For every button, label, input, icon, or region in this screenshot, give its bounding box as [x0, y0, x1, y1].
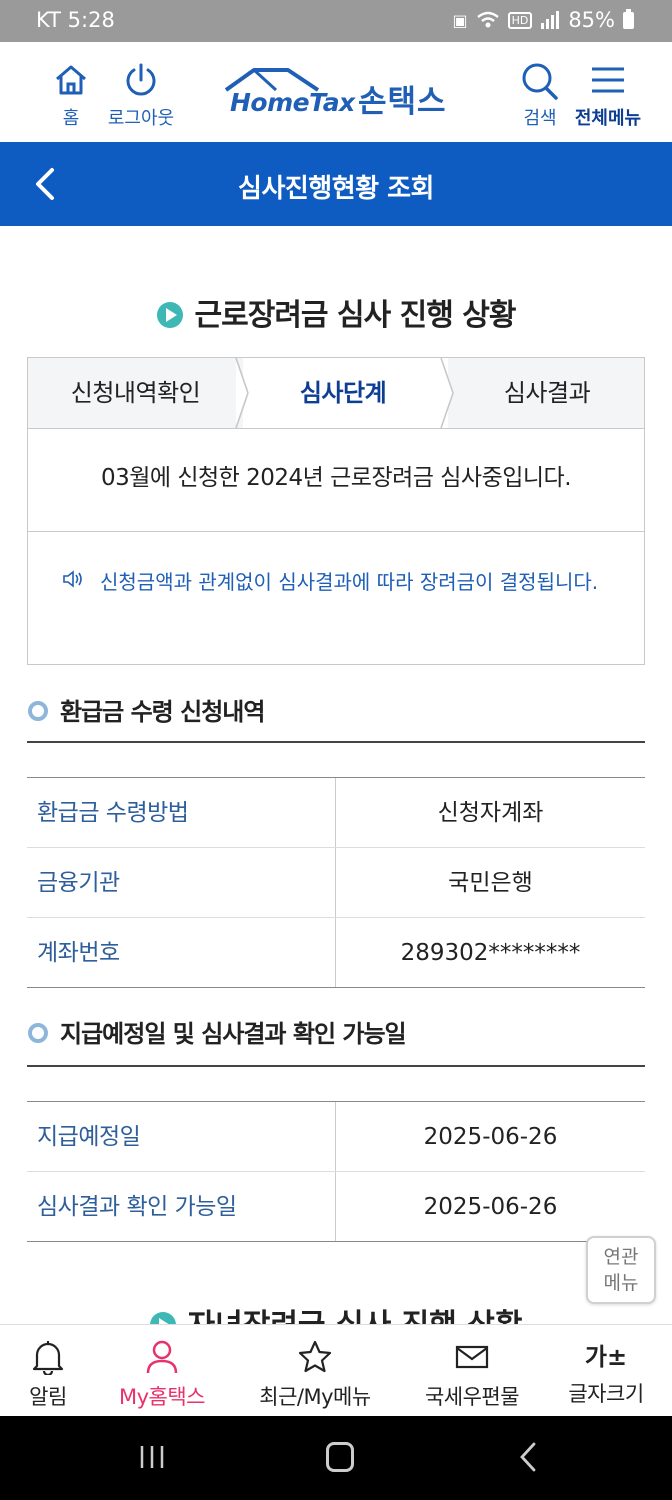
page-title-bar: 심사진행현황 조회: [0, 142, 672, 226]
speaker-icon: [63, 570, 82, 588]
payment-date-value: 2025-06-26: [423, 1124, 558, 1150]
person-icon: [146, 1340, 178, 1374]
refund-table: 환급금 수령방법 신청자계좌 금융기관 국민은행 계좌번호 289302****…: [27, 741, 645, 988]
nav-my-hometax[interactable]: My홈택스: [110, 1325, 214, 1417]
status-box: 03월에 신청한 2024년 근로장려금 심사중입니다. 신청금액과 관계없이 …: [27, 428, 645, 665]
page-title: 심사진행현황 조회: [238, 174, 434, 204]
logout-label: 로그아웃: [107, 108, 175, 129]
android-nav-bar: [0, 1416, 672, 1500]
hamburger-menu-icon: [592, 67, 624, 93]
refund-section-title-text: 환급금 수령 신청내역: [60, 698, 265, 726]
search-icon: [522, 63, 558, 100]
notice-text: 신청금액과 관계없이 심사결과에 따라 장려금이 결정됩니다.: [100, 570, 599, 594]
hd-voice-icon: HD: [507, 11, 533, 29]
carrier-time: KT 5:28: [36, 8, 115, 32]
progress-steps: 신청내역확인 심사단계 심사결과: [27, 357, 645, 429]
section-title: 근로장려금 심사 진행 상황: [0, 290, 672, 334]
nav-tax-mail[interactable]: 국세우편물: [414, 1325, 530, 1417]
mail-icon: [455, 1345, 489, 1369]
logout-button[interactable]: 로그아웃: [104, 62, 178, 130]
full-menu-label: 전체메뉴: [574, 108, 642, 129]
battery-icon: [623, 8, 634, 29]
home-icon: [56, 65, 86, 95]
result-date-label: 심사결과 확인 가능일: [27, 1172, 336, 1241]
table-row: 지급예정일 2025-06-26: [27, 1102, 645, 1172]
result-date-value: 2025-06-26: [423, 1194, 558, 1220]
search-button[interactable]: 검색: [516, 62, 564, 130]
next-section-title: 자녀장려금 심사 진행 상황: [0, 1300, 672, 1326]
related-menu-button[interactable]: 연관 메뉴: [586, 1236, 656, 1304]
table-row: 심사결과 확인 가능일 2025-06-26: [27, 1172, 645, 1242]
section-title-text: 근로장려금 심사 진행 상황: [194, 298, 517, 333]
app-header: 홈 로그아웃 HomeTax 손택스 검색 전체메뉴: [0, 42, 672, 142]
nav-font-size[interactable]: 가± 글자크기: [556, 1325, 656, 1417]
home-nav-icon[interactable]: [326, 1442, 354, 1472]
hometax-logo[interactable]: HomeTax 손택스: [224, 68, 456, 120]
notice: 신청금액과 관계없이 심사결과에 따라 장려금이 결정됩니다.: [28, 532, 644, 602]
refund-method-value: 신청자계좌: [437, 800, 544, 826]
bottom-nav: 알림 My홈택스 최근/My메뉴 국세우편물 가± 글자크기: [0, 1324, 672, 1416]
nav-notifications[interactable]: 알림: [10, 1325, 86, 1417]
bank-value: 국민은행: [448, 870, 533, 896]
nav-font-size-label: 글자크기: [568, 1382, 644, 1406]
nav-recent-my-menu[interactable]: 최근/My메뉴: [250, 1325, 380, 1417]
font-size-icon: 가±: [584, 1343, 628, 1371]
payment-section-title-text: 지급예정일 및 심사결과 확인 가능일: [60, 1020, 407, 1048]
account-number-value: 289302********: [400, 940, 581, 966]
refund-section-title: 환급금 수령 신청내역: [28, 692, 265, 727]
payment-table: 지급예정일 2025-06-26 심사결과 확인 가능일 2025-06-26: [27, 1065, 645, 1242]
home-label: 홈: [62, 108, 80, 129]
refund-method-label: 환급금 수령방법: [27, 778, 336, 847]
battery-percent: 85%: [568, 8, 615, 32]
home-button[interactable]: 홈: [50, 62, 92, 130]
step-review[interactable]: 심사단계: [243, 358, 443, 428]
account-number-label: 계좌번호: [27, 918, 336, 987]
nav-notifications-label: 알림: [29, 1385, 67, 1409]
signal-icon: [541, 11, 560, 29]
nav-my-hometax-label: My홈택스: [118, 1385, 206, 1409]
nav-tax-mail-label: 국세우편물: [424, 1385, 520, 1409]
search-label: 검색: [523, 108, 557, 129]
logo-text-ko: 손택스: [358, 84, 447, 120]
status-bar: KT 5:28 ▣ HD 85%: [0, 0, 672, 42]
table-row: 계좌번호 289302********: [27, 918, 645, 988]
payment-section-title: 지급예정일 및 심사결과 확인 가능일: [28, 1014, 407, 1049]
ring-bullet-icon: [28, 1023, 48, 1043]
table-row: 금융기관 국민은행: [27, 848, 645, 918]
logo-text-en: HomeTax: [230, 88, 355, 117]
wifi-icon: [476, 11, 499, 28]
app-notification-icon: ▣: [452, 10, 468, 30]
step-result[interactable]: 심사결과: [448, 358, 646, 428]
recent-apps-icon[interactable]: [138, 1444, 166, 1470]
payment-date-label: 지급예정일: [27, 1102, 336, 1171]
power-icon: [126, 63, 156, 96]
bell-icon: [32, 1341, 64, 1375]
related-menu-line2: 메뉴: [603, 1272, 639, 1294]
ring-bullet-icon: [28, 701, 48, 721]
bank-label: 금융기관: [27, 848, 336, 917]
play-bullet-icon: [156, 302, 183, 328]
table-row: 환급금 수령방법 신청자계좌: [27, 778, 645, 848]
nav-recent-my-menu-label: 최근/My메뉴: [259, 1385, 371, 1409]
full-menu-button[interactable]: 전체메뉴: [572, 62, 644, 130]
status-message: 03월에 신청한 2024년 근로장려금 심사중입니다.: [28, 428, 644, 532]
back-nav-icon[interactable]: [518, 1442, 538, 1472]
related-menu-line1: 연관: [603, 1246, 639, 1268]
step-application-check[interactable]: 신청내역확인: [28, 358, 243, 428]
star-icon: [298, 1340, 332, 1373]
